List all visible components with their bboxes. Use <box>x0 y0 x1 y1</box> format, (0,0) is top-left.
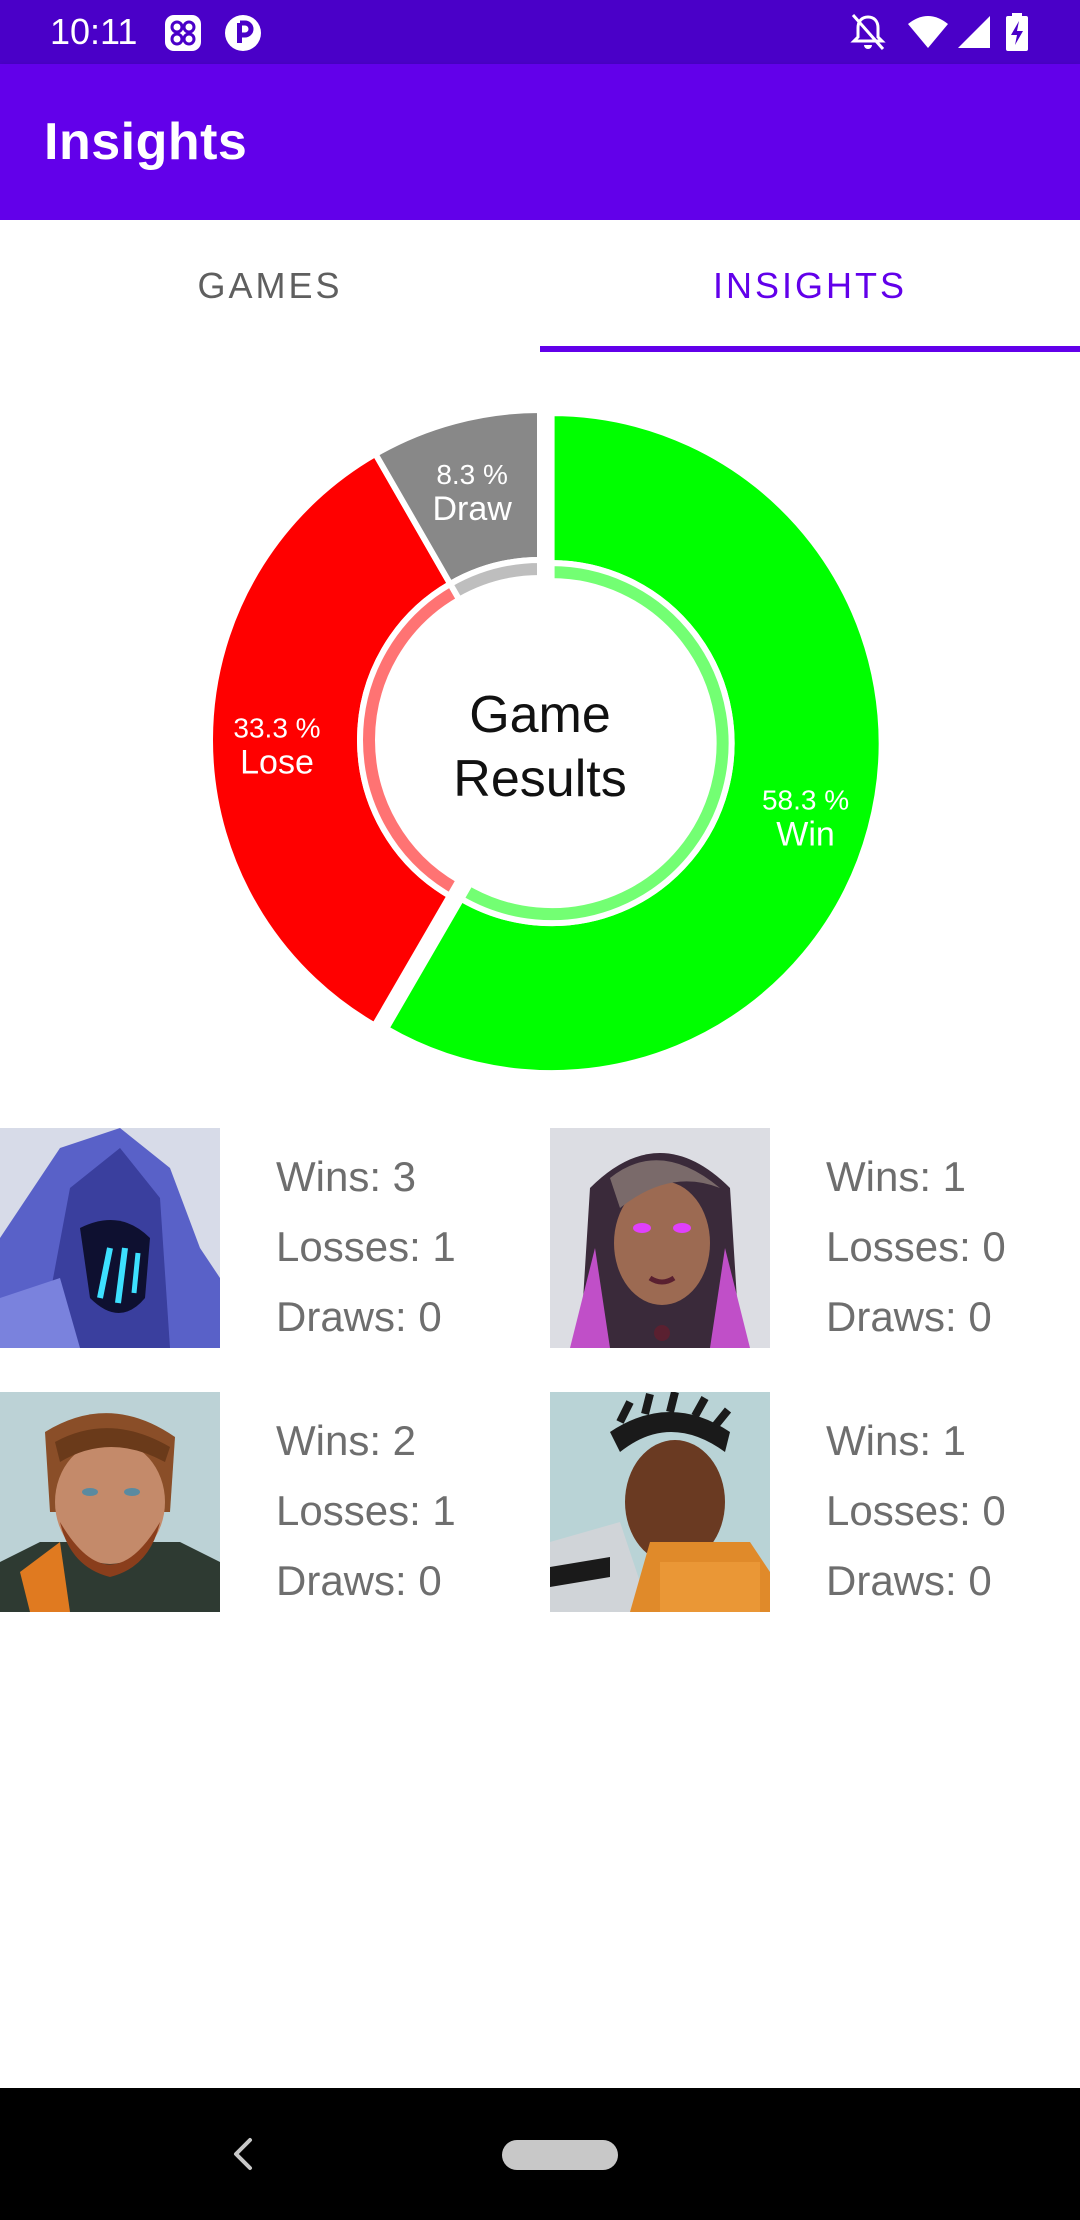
chart-center-title-line: Results <box>453 750 626 808</box>
draws-stat: Draws: 0 <box>276 1557 442 1604</box>
wins-stat: Wins: 1 <box>826 1417 967 1464</box>
home-pill-icon[interactable] <box>502 2140 618 2170</box>
sova-portrait <box>0 1392 220 1612</box>
game-results-chart: 58.3 % Win 33.3 % Lose 8.3 % Draw Game Results <box>0 360 1080 1100</box>
tab-selected-indicator <box>540 346 1080 352</box>
losses-stat: Losses: 0 <box>826 1223 1006 1270</box>
chart-center-title-line: Game <box>469 686 611 744</box>
p-app-icon <box>225 15 261 51</box>
slice-lose-percent: 33.3 % <box>233 713 320 744</box>
omen-portrait <box>0 1128 220 1348</box>
slice-draw-label: Draw <box>432 490 512 528</box>
app-bar: Insights <box>0 64 1080 220</box>
slice-draw-percent: 8.3 % <box>436 459 508 490</box>
wins-stat: Wins: 1 <box>826 1153 967 1200</box>
tab-bar: GAMES INSIGHTS <box>0 220 1080 352</box>
notifications-off-icon <box>850 14 886 50</box>
tab-insights[interactable]: INSIGHTS <box>540 220 1080 352</box>
reyna-portrait <box>550 1128 770 1348</box>
wins-stat: Wins: 2 <box>276 1417 417 1464</box>
grid-app-icon <box>165 15 201 51</box>
page-title: Insights <box>44 113 248 171</box>
back-icon[interactable] <box>222 2124 262 2184</box>
status-time: 10:11 <box>50 11 138 52</box>
draws-stat: Draws: 0 <box>826 1557 992 1604</box>
cell-signal-icon <box>958 16 990 48</box>
phoenix-portrait <box>550 1392 770 1612</box>
agent-stats: Wins: 2 Losses: 1 Draws: 0 <box>276 1406 456 1616</box>
slice-win-percent: 58.3 % <box>762 784 849 815</box>
insights-screen: 10:11 Insights GAMES INSIGHTS 58.3 % Win… <box>0 0 1080 2220</box>
wifi-icon <box>908 16 948 48</box>
tab-games[interactable]: GAMES <box>0 220 540 352</box>
losses-stat: Losses: 1 <box>276 1487 456 1534</box>
slice-lose-label: Lose <box>240 744 314 782</box>
donut-chart-svg: 58.3 %Win 33.3 %Lose 8.3 %Draw Game Results <box>207 406 885 1077</box>
agent-stats: Wins: 1 Losses: 0 Draws: 0 <box>826 1142 1006 1352</box>
draws-stat: Draws: 0 <box>276 1293 442 1340</box>
draws-stat: Draws: 0 <box>826 1293 992 1340</box>
navigation-bar <box>0 2088 1080 2220</box>
battery-charging-icon <box>1006 13 1028 51</box>
losses-stat: Losses: 1 <box>276 1223 456 1270</box>
agent-stats-card: Wins: 1 Losses: 0 Draws: 0 <box>550 1128 1080 1348</box>
status-bar: 10:11 <box>0 0 1080 64</box>
agent-stats-card: Wins: 3 Losses: 1 Draws: 0 <box>0 1128 540 1348</box>
losses-stat: Losses: 0 <box>826 1487 1006 1534</box>
agent-stats: Wins: 1 Losses: 0 Draws: 0 <box>826 1406 1006 1616</box>
agent-stats-card: Wins: 1 Losses: 0 Draws: 0 <box>550 1392 1080 1612</box>
agent-stats-card: Wins: 2 Losses: 1 Draws: 0 <box>0 1392 540 1612</box>
agent-stats: Wins: 3 Losses: 1 Draws: 0 <box>276 1142 456 1352</box>
slice-win-label: Win <box>776 815 835 853</box>
wins-stat: Wins: 3 <box>276 1153 417 1200</box>
